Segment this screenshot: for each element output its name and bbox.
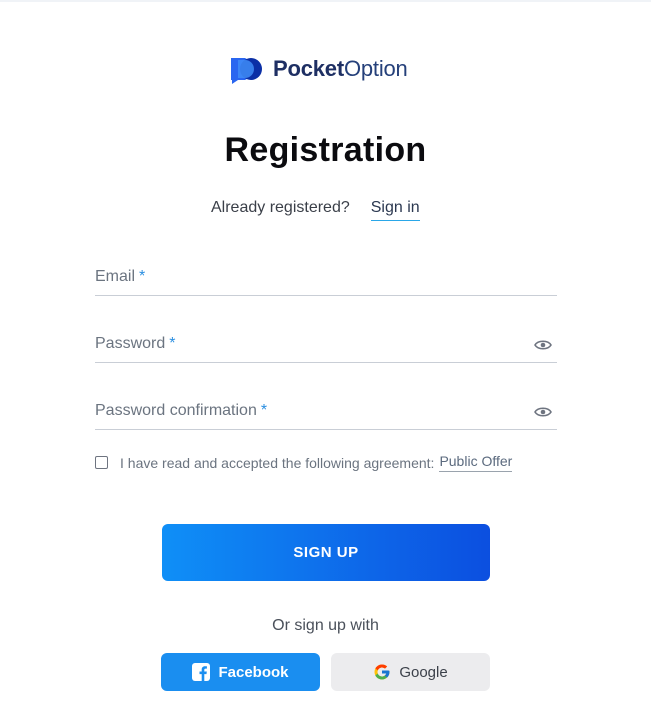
signin-link[interactable]: Sign in [370, 199, 420, 221]
pocketoption-logo[interactable]: PocketOption [229, 53, 408, 85]
sign-up-button[interactable]: SIGN UP [162, 524, 490, 581]
password-confirmation-field[interactable]: Password confirmation * [95, 397, 557, 430]
or-sign-up-with-text: Or sign up with [272, 617, 379, 634]
required-mark: * [169, 335, 176, 352]
email-label: Email * [95, 268, 145, 286]
password-label: Password * [95, 335, 175, 353]
password-field[interactable]: Password * [95, 330, 557, 363]
password-label-text: Password [95, 335, 166, 352]
brand-name-light: Option [343, 56, 408, 81]
email-field[interactable]: Email * [95, 263, 557, 296]
eye-icon[interactable] [534, 339, 552, 351]
facebook-label: Facebook [218, 663, 289, 681]
google-button[interactable]: Google [331, 653, 490, 691]
page-title: Registration [224, 131, 427, 169]
eye-icon[interactable] [534, 406, 552, 418]
facebook-icon [192, 663, 211, 681]
public-offer-link[interactable]: Public Offer [439, 453, 513, 472]
facebook-button[interactable]: Facebook [161, 653, 320, 691]
agreement-row: I have read and accepted the following a… [95, 453, 513, 472]
brand-name-bold: Pocket [273, 56, 344, 81]
required-mark: * [260, 402, 268, 419]
agreement-text: I have read and accepted the following a… [120, 454, 435, 471]
google-label: Google [399, 663, 448, 681]
email-label-text: Email [95, 268, 136, 285]
already-registered-text: Already registered? [211, 199, 350, 216]
password-confirmation-label: Password confirmation * [95, 402, 267, 420]
pocketoption-logo-icon [231, 58, 262, 84]
top-border [0, 0, 651, 2]
password-confirmation-label-text: Password confirmation [95, 402, 257, 419]
signin-prompt: Already registered? Sign in [211, 199, 420, 221]
agreement-checkbox[interactable] [95, 456, 108, 469]
required-mark: * [139, 268, 146, 285]
google-icon [374, 664, 390, 680]
brand-name: PocketOption [273, 53, 408, 85]
